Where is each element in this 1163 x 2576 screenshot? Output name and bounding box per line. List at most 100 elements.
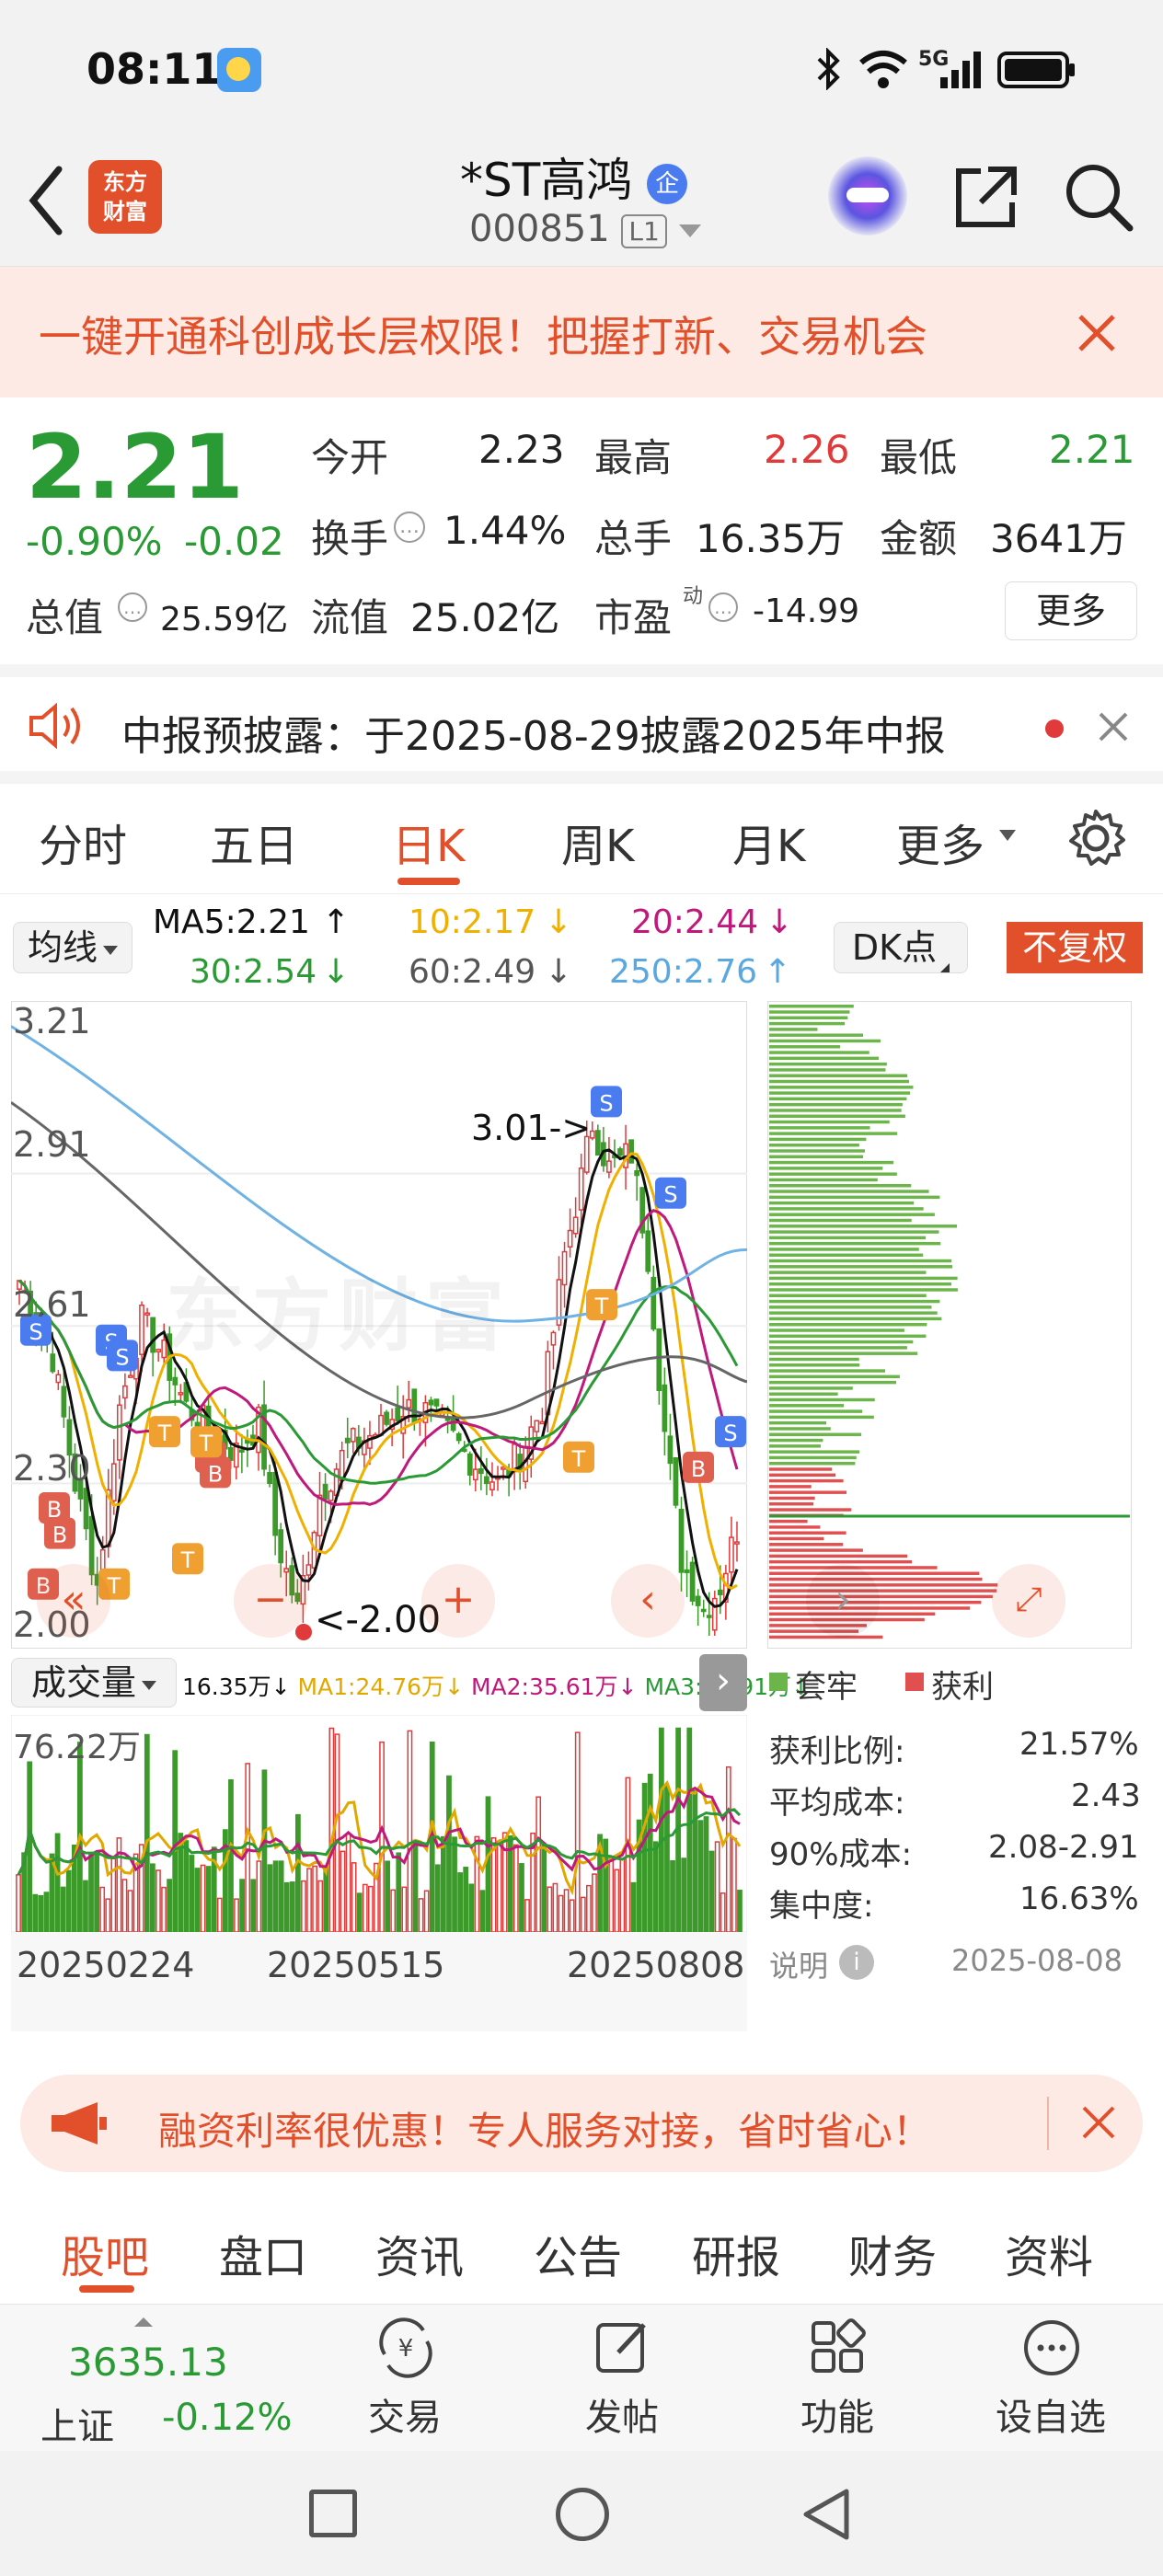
share-icon[interactable]: [951, 162, 1021, 232]
report-notice[interactable]: 中报预披露：于2025-08-29披露2025年中报: [0, 664, 1163, 784]
close-icon[interactable]: [1080, 2104, 1117, 2141]
back-arrow-icon[interactable]: [24, 164, 70, 237]
info-icon[interactable]: …: [708, 592, 738, 622]
chip-bar-trapped: [769, 1248, 919, 1251]
volume-bar: [205, 1866, 212, 1932]
index-name: 上证: [40, 2406, 114, 2448]
home-button[interactable]: [556, 2488, 609, 2541]
post-button[interactable]: 发帖: [567, 2317, 677, 2446]
tab-orderbook[interactable]: 盘口: [219, 2221, 307, 2285]
volume-bar: [423, 1890, 430, 1932]
step-left-button[interactable]: ‹: [611, 1564, 685, 1638]
robot-assistant-icon[interactable]: [828, 156, 907, 236]
volume-bar: [547, 1886, 553, 1932]
brand-logo[interactable]: 东方 财富: [88, 160, 162, 234]
tab-intraday[interactable]: 分时: [39, 810, 127, 874]
volume-bar: [167, 1879, 172, 1932]
back-triangle-icon[interactable]: [799, 2486, 854, 2543]
profit-legend-swatch: [905, 1673, 924, 1691]
tab-monthly-k[interactable]: 月K: [732, 810, 805, 874]
chip-bar-profit: [769, 1473, 836, 1478]
turnover-label: 换手: [311, 516, 389, 561]
trade-marker: S: [107, 1340, 138, 1372]
tab-research[interactable]: 研报: [692, 2221, 780, 2285]
volume-bar: [362, 1883, 368, 1932]
volume-bar: [16, 1874, 21, 1932]
add-watchlist-button[interactable]: 设自选: [983, 2317, 1121, 2446]
info-icon[interactable]: i: [839, 1945, 874, 1980]
promo-banner[interactable]: 一键开通科创成长层权限！把握打新、交易机会: [0, 267, 1163, 397]
volume-bar: [670, 1859, 675, 1932]
trade-button[interactable]: ¥ 交易: [350, 2317, 460, 2446]
zoom-in-button[interactable]: +: [421, 1564, 495, 1638]
chip-bar-trapped: [769, 1207, 924, 1211]
recent-apps-button[interactable]: [309, 2490, 357, 2537]
volume-selector[interactable]: 成交量: [11, 1658, 177, 1708]
chip-bar-trapped: [769, 1120, 890, 1124]
zoom-out-button[interactable]: −: [234, 1564, 307, 1638]
chip-bar-trapped: [769, 1178, 878, 1182]
chip-bar-trapped: [769, 1091, 911, 1095]
tab-weekly-k[interactable]: 周K: [561, 810, 634, 874]
chip-bar-trapped: [769, 1253, 924, 1257]
down-arrow-icon: ↓: [322, 953, 351, 991]
info-icon[interactable]: …: [118, 592, 147, 622]
volume-ma1: MA1:24.76万: [297, 1673, 445, 1700]
chip-distribution-chart[interactable]: [767, 1001, 1132, 1649]
change-percent: -0.90%: [26, 519, 163, 564]
close-icon[interactable]: [1097, 710, 1130, 743]
signal-icon: [940, 52, 981, 88]
candle-body: [88, 1515, 95, 1576]
tab-financials[interactable]: 财务: [848, 2221, 937, 2285]
post-label: 发帖: [585, 2397, 659, 2439]
volume-bar: [295, 1813, 301, 1932]
tab-daily-k[interactable]: 日K: [392, 810, 465, 874]
active-tab-indicator: [397, 878, 460, 885]
chip-bar-trapped: [769, 1323, 927, 1327]
volume-bar: [261, 1769, 268, 1932]
margin-promo-banner[interactable]: 融资利率很优惠！专人服务对接，省时省心！: [20, 2075, 1143, 2172]
chip-bar-trapped: [769, 1397, 875, 1402]
scroll-left-button[interactable]: «: [37, 1564, 110, 1638]
info-icon[interactable]: …: [394, 512, 425, 543]
stock-code-row[interactable]: 000851 L1: [469, 208, 701, 250]
brand-logo-line2: 财富: [103, 199, 147, 224]
bottom-toolbar: 3635.13 上证 -0.12% ¥ 交易 发帖 功能 设自选: [0, 2304, 1163, 2451]
more-button[interactable]: 更多: [1005, 581, 1137, 640]
ma-selector[interactable]: 均线: [13, 922, 132, 973]
float-value: 25.02亿: [410, 595, 560, 640]
candle-body: [278, 1529, 284, 1564]
dk-point-button[interactable]: DK点: [834, 922, 968, 973]
tab-news[interactable]: 资讯: [375, 2221, 464, 2285]
note-link[interactable]: 说明: [769, 1943, 828, 1985]
candle-body: [55, 1374, 62, 1384]
candle-body: [634, 1169, 640, 1177]
volume-bar: [340, 1850, 346, 1932]
trade-marker: T: [586, 1289, 617, 1321]
more-dots-icon: [1024, 2320, 1079, 2375]
tab-forum[interactable]: 股吧: [61, 2221, 149, 2285]
volume-bar: [65, 1869, 72, 1932]
expand-arrow-button[interactable]: ›: [699, 1654, 747, 1711]
tab-five-day[interactable]: 五日: [210, 810, 298, 874]
tab-profile[interactable]: 资料: [1005, 2221, 1093, 2285]
index-widget[interactable]: 3635.13 上证 -0.12%: [17, 2317, 302, 2448]
adjust-button[interactable]: 不复权: [1007, 922, 1143, 973]
settings-gear-icon[interactable]: [1065, 808, 1126, 868]
candle-body: [267, 1472, 272, 1485]
amount-value: 3641万: [990, 516, 1127, 561]
fullscreen-icon[interactable]: ⤢: [992, 1564, 1065, 1638]
candle-body: [706, 1615, 712, 1618]
volume-bar: [317, 1880, 324, 1932]
trade-marker-text: T: [594, 1294, 609, 1319]
step-right-button[interactable]: ›: [806, 1564, 880, 1638]
functions-button[interactable]: 功能: [782, 2317, 892, 2446]
search-icon[interactable]: [1062, 160, 1135, 234]
volume-bar: [345, 1833, 351, 1932]
volume-bar: [434, 1864, 441, 1932]
volume-bar: [239, 1879, 245, 1932]
close-icon[interactable]: [1077, 313, 1117, 353]
quote-panel: 2.21 -0.90% -0.02 今开 2.23 最高 2.26 最低 2.2…: [0, 397, 1163, 664]
tab-more[interactable]: 更多: [896, 810, 985, 874]
tab-announcements[interactable]: 公告: [534, 2221, 622, 2285]
